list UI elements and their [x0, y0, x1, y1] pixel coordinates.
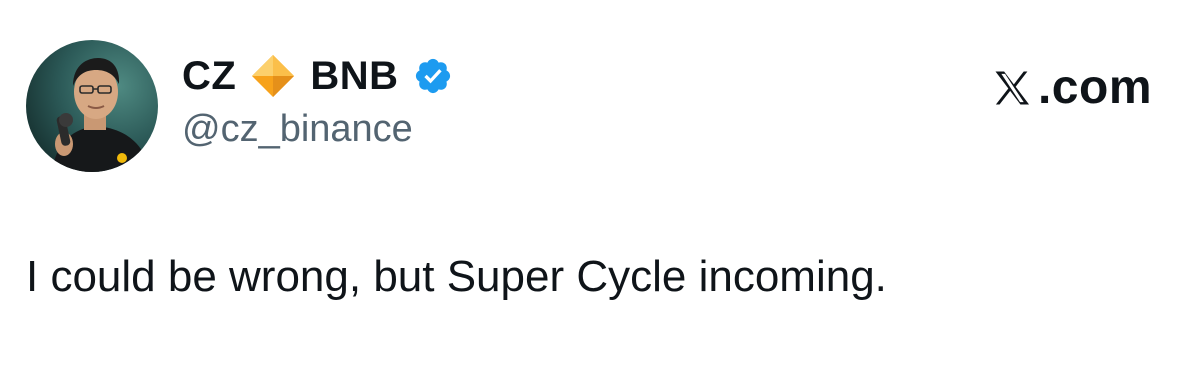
author-name-row: CZ BNB [182, 50, 453, 102]
brand-domain: .com [1037, 61, 1152, 114]
avatar[interactable] [26, 40, 158, 172]
tweet-card: CZ BNB @cz_binance .com I could be wrong… [0, 0, 1200, 377]
orange-diamond-icon [250, 53, 296, 99]
x-logo-icon [990, 66, 1034, 110]
avatar-photo [26, 40, 158, 172]
display-name-prefix[interactable]: CZ [182, 56, 236, 96]
author-handle[interactable]: @cz_binance [182, 110, 413, 148]
source-brand: .com [990, 60, 1152, 116]
verified-badge-icon [413, 56, 453, 96]
tweet-text: I could be wrong, but Super Cycle incomi… [26, 252, 887, 301]
display-name-suffix[interactable]: BNB [310, 56, 398, 96]
